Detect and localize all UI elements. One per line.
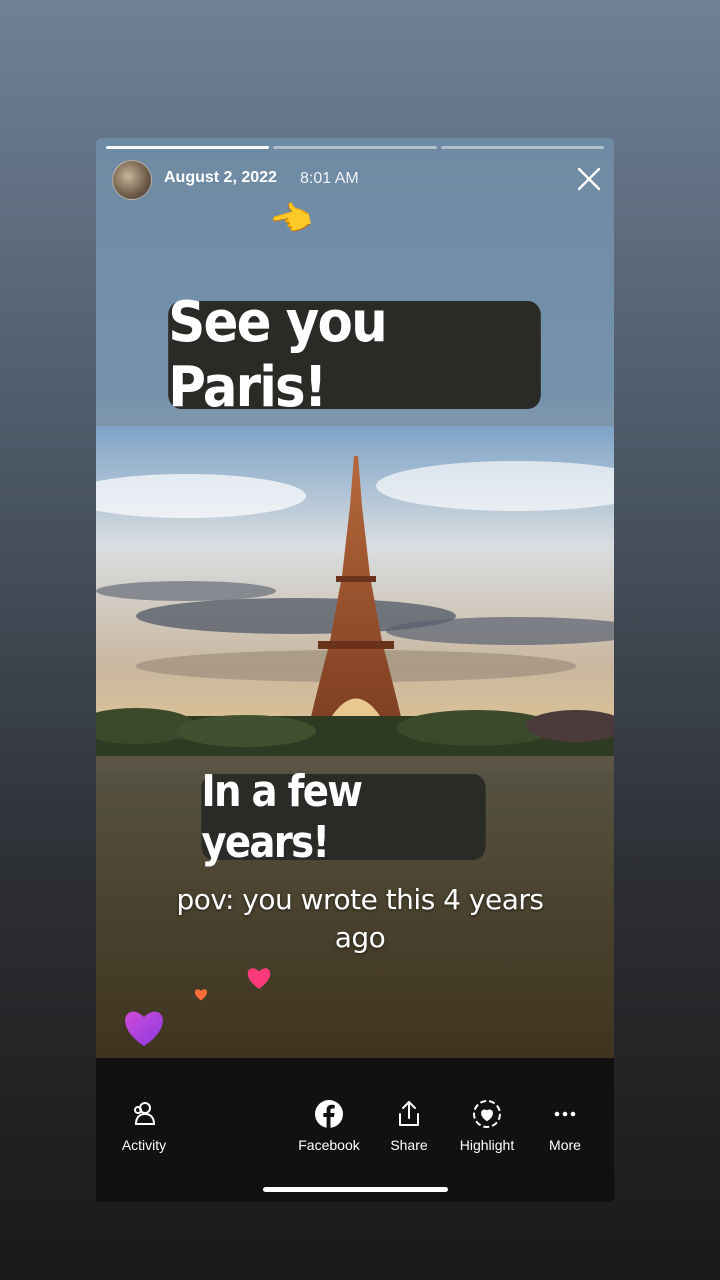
progress-segment	[273, 146, 437, 149]
more-icon	[554, 1111, 576, 1117]
progress-segment	[440, 146, 604, 149]
home-indicator[interactable]	[263, 1187, 448, 1192]
activity-icon	[134, 1102, 156, 1125]
share-label: Share	[390, 1137, 428, 1153]
more-label: More	[549, 1137, 581, 1153]
story-time: 8:01 AM	[300, 170, 359, 187]
eiffel-tower-photo	[96, 426, 614, 770]
highlight-button[interactable]: Highlight	[447, 1098, 527, 1153]
activity-button[interactable]: Activity	[104, 1098, 184, 1153]
heart-icon	[125, 1011, 163, 1047]
pointing-hand-emoji: 👈	[265, 196, 317, 244]
avatar[interactable]	[112, 160, 152, 200]
more-button[interactable]: More	[525, 1098, 605, 1153]
facebook-icon	[315, 1100, 343, 1128]
text-sticker-top: See you Paris!	[168, 290, 541, 420]
progress-bar	[106, 146, 604, 149]
text-sticker-bottom: In a few years!	[201, 766, 486, 868]
facebook-button[interactable]: Facebook	[289, 1098, 369, 1153]
close-icon[interactable]	[574, 164, 604, 194]
facebook-label: Facebook	[298, 1137, 360, 1153]
heart-icon	[194, 989, 208, 1001]
story-canvas[interactable]: August 2, 2022 8:01 AM 👈 See you Paris!	[96, 138, 614, 1058]
highlight-label: Highlight	[459, 1137, 515, 1153]
story-toolbar: Activity Facebook Share Highlight More	[96, 1078, 614, 1168]
highlight-icon	[473, 1100, 501, 1128]
story-viewer: August 2, 2022 8:01 AM 👈 See you Paris!	[96, 138, 614, 1202]
share-icon	[399, 1101, 419, 1126]
share-button[interactable]: Share	[369, 1098, 449, 1153]
progress-segment	[106, 146, 270, 149]
activity-label: Activity	[121, 1137, 167, 1153]
heart-icon	[247, 968, 271, 989]
caption-line: ago	[334, 921, 386, 954]
story-date: August 2, 2022	[164, 169, 277, 186]
caption-line: pov: you wrote this 4 years	[176, 883, 544, 916]
